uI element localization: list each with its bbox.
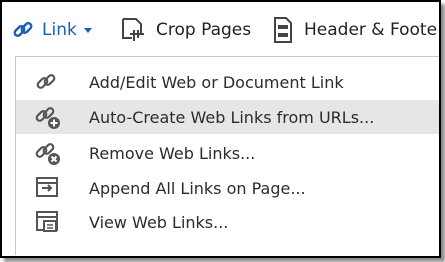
link-icon (13, 22, 33, 37)
crop-icon (122, 18, 144, 41)
menu-item-auto-create-links[interactable]: Auto-Create Web Links from URLs... (16, 100, 439, 134)
menu-item-label: Auto-Create Web Links from URLs... (89, 107, 375, 127)
link-label: Link (42, 20, 77, 40)
view-links-icon (36, 211, 58, 232)
menu-item-label: Append All Links on Page... (89, 178, 306, 198)
chevron-down-icon (83, 27, 92, 33)
menu-item-add-edit-link[interactable]: Add/Edit Web or Document Link (16, 65, 439, 99)
header-footer-icon (274, 17, 292, 43)
header-footer-button[interactable]: Header & Foote (272, 16, 437, 44)
header-footer-label: Header & Foote (304, 20, 438, 40)
menu-item-append-links[interactable]: Append All Links on Page... (16, 171, 439, 205)
append-links-icon (36, 177, 58, 197)
toolbar: Link Crop Pages Header & Foote (2, 2, 439, 56)
link-edit-icon (36, 74, 56, 89)
menu-item-label: Add/Edit Web or Document Link (89, 72, 344, 92)
menu-item-view-links[interactable]: View Web Links... (16, 205, 439, 239)
link-remove-icon (35, 143, 60, 165)
crop-pages-label: Crop Pages (156, 20, 252, 40)
link-dropdown-button[interactable]: Link (12, 16, 92, 44)
link-dropdown-menu: Add/Edit Web or Document Link Auto-Creat… (15, 56, 439, 255)
menu-item-remove-links[interactable]: Remove Web Links... (16, 136, 439, 170)
link-add-icon (35, 107, 60, 129)
screenshot-frame: Link Crop Pages Header & Foote Add/Edit … (0, 0, 441, 258)
crop-pages-button[interactable]: Crop Pages (120, 16, 251, 44)
menu-item-label: View Web Links... (89, 212, 229, 232)
menu-item-label: Remove Web Links... (89, 143, 256, 163)
